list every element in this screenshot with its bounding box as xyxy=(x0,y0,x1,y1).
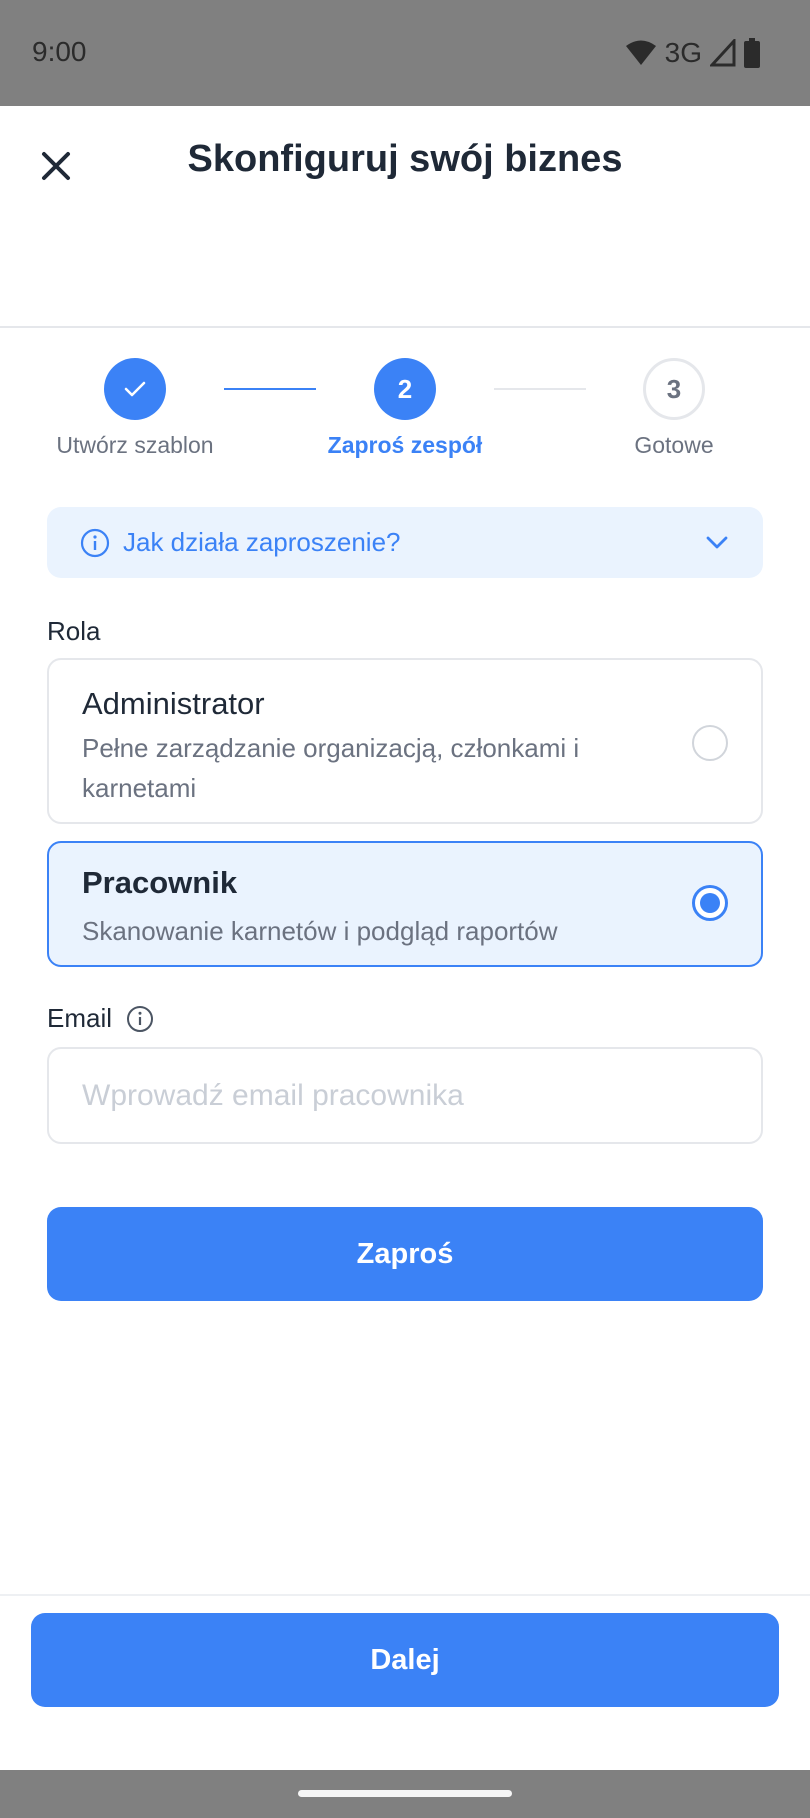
check-icon xyxy=(124,381,146,397)
stepper: Utwórz szablon 2 Zaproś zespół 3 Gotowe xyxy=(0,358,810,468)
footer-divider xyxy=(0,1594,810,1596)
next-button[interactable]: Dalej xyxy=(31,1613,779,1707)
battery-icon xyxy=(744,38,760,68)
step-1-circle xyxy=(104,358,166,420)
role-option-title: Administrator xyxy=(82,686,265,721)
info-icon[interactable] xyxy=(126,1005,154,1033)
email-field[interactable] xyxy=(47,1047,763,1144)
step-connector-1 xyxy=(224,388,316,390)
page-title: Skonfiguruj swój biznes xyxy=(187,138,623,180)
role-option-description: Pełne zarządzanie organizacją, członkami… xyxy=(82,733,580,803)
step-2-label: Zaproś zespół xyxy=(327,432,483,458)
step-2-circle: 2 xyxy=(374,358,436,420)
step-3-circle: 3 xyxy=(643,358,705,420)
status-icons: 3G xyxy=(625,36,760,70)
info-icon xyxy=(80,528,110,558)
info-text: Jak działa zaproszenie? xyxy=(123,527,401,557)
signal-icon xyxy=(710,39,736,67)
email-label: Email xyxy=(47,1003,154,1034)
step-1-label: Utwórz szablon xyxy=(56,432,214,458)
radio-administrator[interactable] xyxy=(692,725,728,761)
invite-info-toggle[interactable]: Jak działa zaproszenie? xyxy=(47,507,763,578)
home-handle[interactable] xyxy=(298,1790,512,1797)
invite-button[interactable]: Zaproś xyxy=(47,1207,763,1301)
status-time: 9:00 xyxy=(32,36,87,67)
radio-pracownik[interactable] xyxy=(692,885,728,921)
step-3-label: Gotowe xyxy=(634,432,714,458)
role-option-title: Pracownik xyxy=(82,865,238,900)
navigation-bar xyxy=(0,1770,810,1818)
role-option-administrator[interactable]: Administrator Pełne zarządzanie organiza… xyxy=(47,658,763,824)
network-type: 3G xyxy=(664,37,702,68)
role-label: Rola xyxy=(47,616,101,646)
wifi-icon xyxy=(625,40,656,65)
chevron-down-icon xyxy=(706,536,728,549)
status-bar: 9:00 3G xyxy=(0,0,810,106)
step-connector-2 xyxy=(494,388,586,390)
role-option-description: Skanowanie karnetów i podgląd raportów xyxy=(82,916,558,946)
email-label-text: Email xyxy=(47,1003,113,1033)
role-option-pracownik[interactable]: Pracownik Skanowanie karnetów i podgląd … xyxy=(47,841,763,967)
